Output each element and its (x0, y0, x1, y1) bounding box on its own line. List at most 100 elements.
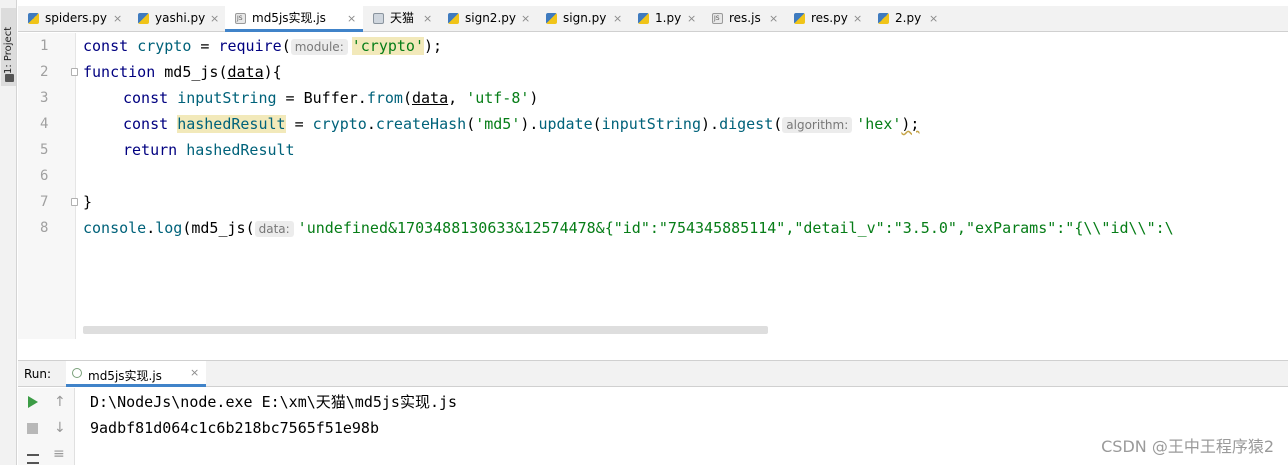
python-file-icon (448, 13, 459, 24)
method-call: update (538, 115, 593, 133)
parameter-hint: module: (290, 39, 348, 55)
function-call: require (218, 37, 282, 55)
close-icon[interactable]: × (347, 6, 356, 31)
keyword: const (83, 37, 138, 55)
python-file-icon (28, 13, 39, 24)
watermark: CSDN @王中王程序猿2 (1101, 437, 1274, 456)
method-call: log (155, 219, 183, 237)
parameter-hint: data: (254, 221, 294, 237)
stop-icon[interactable] (27, 423, 38, 434)
tab-label: res.js (729, 11, 761, 25)
punctuation: ( (773, 115, 783, 133)
tab-sign2-py[interactable]: sign2.py × (438, 6, 536, 32)
tab-res-py[interactable]: res.py × (784, 6, 868, 32)
tab-label: 2.py (895, 11, 922, 25)
node-js-icon (72, 368, 82, 378)
function-name: md5_js (164, 63, 219, 81)
close-icon[interactable]: × (929, 6, 938, 31)
string-literal: 'utf-8' (466, 89, 530, 107)
line-number: 5 (40, 142, 49, 158)
tab-1-py[interactable]: 1.py × (628, 6, 702, 32)
scroll-up-icon[interactable]: ↑ (54, 395, 66, 409)
run-tab-md5js[interactable]: md5js实现.js × (66, 361, 206, 387)
rerun-icon[interactable] (28, 396, 38, 408)
parameter: data (412, 89, 449, 107)
punctuation: ( (281, 37, 291, 55)
punctuation: ). (520, 115, 539, 133)
method-call: digest (719, 115, 774, 133)
code-line-5[interactable]: return hashedResult (123, 139, 295, 161)
tab-spiders-py[interactable]: spiders.py × (18, 6, 128, 32)
close-icon[interactable]: × (769, 6, 778, 31)
run-tab-label: md5js实现.js (88, 369, 162, 383)
code-line-3[interactable]: const inputString = Buffer.from(data, 'u… (123, 87, 538, 109)
code-line-8[interactable]: console.log(md5_js(data:'undefined&17034… (83, 217, 1174, 239)
keyword: return (123, 141, 187, 159)
punctuation: ( (592, 115, 602, 133)
identifier: inputString (177, 89, 277, 107)
console-output-line: 9adbf81d064c1c6b218bc7565f51e98b (90, 419, 379, 437)
string-literal: 'hex' (856, 115, 902, 133)
tab-sign-py[interactable]: sign.py × (536, 6, 628, 32)
code-line-7[interactable]: } (83, 191, 92, 213)
close-icon[interactable]: × (853, 6, 862, 31)
python-file-icon (546, 13, 557, 24)
function-call: md5_js (191, 219, 246, 237)
run-toolbar: ↑ ↓ ≡ (18, 388, 75, 465)
punctuation: ); (423, 37, 443, 55)
tab-2-py[interactable]: 2.py × (868, 6, 944, 32)
string-literal: 'crypto' (351, 37, 424, 55)
close-icon[interactable]: × (210, 6, 219, 31)
fold-marker-icon[interactable] (71, 68, 78, 76)
identifier: hashedResult (186, 141, 295, 159)
expression: = Buffer. (276, 89, 367, 107)
close-icon[interactable]: × (521, 6, 530, 31)
method-call: from (366, 89, 403, 107)
tab-tianmao[interactable]: 天猫 × (363, 6, 438, 32)
project-tool-label: 1: Project (3, 26, 14, 74)
method-call: createHash (375, 115, 467, 133)
code-line-2[interactable]: function md5_js(data){ (83, 61, 282, 83)
close-icon[interactable]: × (190, 366, 199, 379)
editor-tab-bar: spiders.py × yashi.py × md5js实现.js × 天猫 … (18, 6, 1288, 32)
punctuation: . (146, 219, 156, 237)
punctuation: ){ (263, 63, 282, 81)
soft-wrap-icon[interactable] (27, 454, 39, 464)
run-panel-header: Run: md5js实现.js × (18, 360, 1288, 387)
line-number: 6 (40, 168, 49, 184)
close-icon[interactable]: × (113, 6, 122, 31)
tab-label: md5js实现.js (252, 11, 326, 25)
line-number: 2 (40, 64, 49, 80)
code-line-4[interactable]: const hashedResult = crypto.createHash('… (123, 113, 919, 135)
tab-label: sign.py (563, 11, 607, 25)
tab-label: spiders.py (45, 11, 107, 25)
string-literal: 'undefined&1703488130633&12574478&{"id":… (297, 219, 1174, 237)
fold-marker-icon[interactable] (71, 198, 78, 206)
tab-yashi-py[interactable]: yashi.py × (128, 6, 225, 32)
code-line-1[interactable]: const crypto = require(module:'crypto'); (83, 35, 442, 57)
line-number: 4 (40, 116, 49, 132)
line-number: 8 (40, 220, 49, 236)
operator: = (285, 115, 313, 133)
wrap-lines-icon[interactable]: ≡ (53, 447, 65, 461)
string-literal: 'md5' (475, 115, 521, 133)
close-icon[interactable]: × (423, 6, 432, 31)
project-tool-button[interactable]: 1: Project (1, 8, 16, 86)
tab-res-js[interactable]: res.js × (702, 6, 784, 32)
python-file-icon (878, 13, 889, 24)
tab-label: 天猫 (390, 11, 415, 25)
close-icon[interactable]: × (613, 6, 622, 31)
editor-gutter: 1 2 3 4 5 6 7 8 (18, 33, 78, 339)
close-icon[interactable]: × (687, 6, 696, 31)
punctuation: . (366, 115, 376, 133)
identifier: crypto (137, 37, 192, 55)
javascript-file-icon (235, 13, 246, 24)
tab-md5js-js[interactable]: md5js实现.js × (225, 6, 363, 32)
punctuation: ). (701, 115, 720, 133)
line-number: 7 (40, 194, 49, 210)
python-file-icon (638, 13, 649, 24)
scroll-down-icon[interactable]: ↓ (54, 421, 66, 435)
parameter: data (227, 63, 264, 81)
identifier: crypto (312, 115, 367, 133)
editor-horizontal-scrollbar[interactable] (83, 326, 768, 334)
